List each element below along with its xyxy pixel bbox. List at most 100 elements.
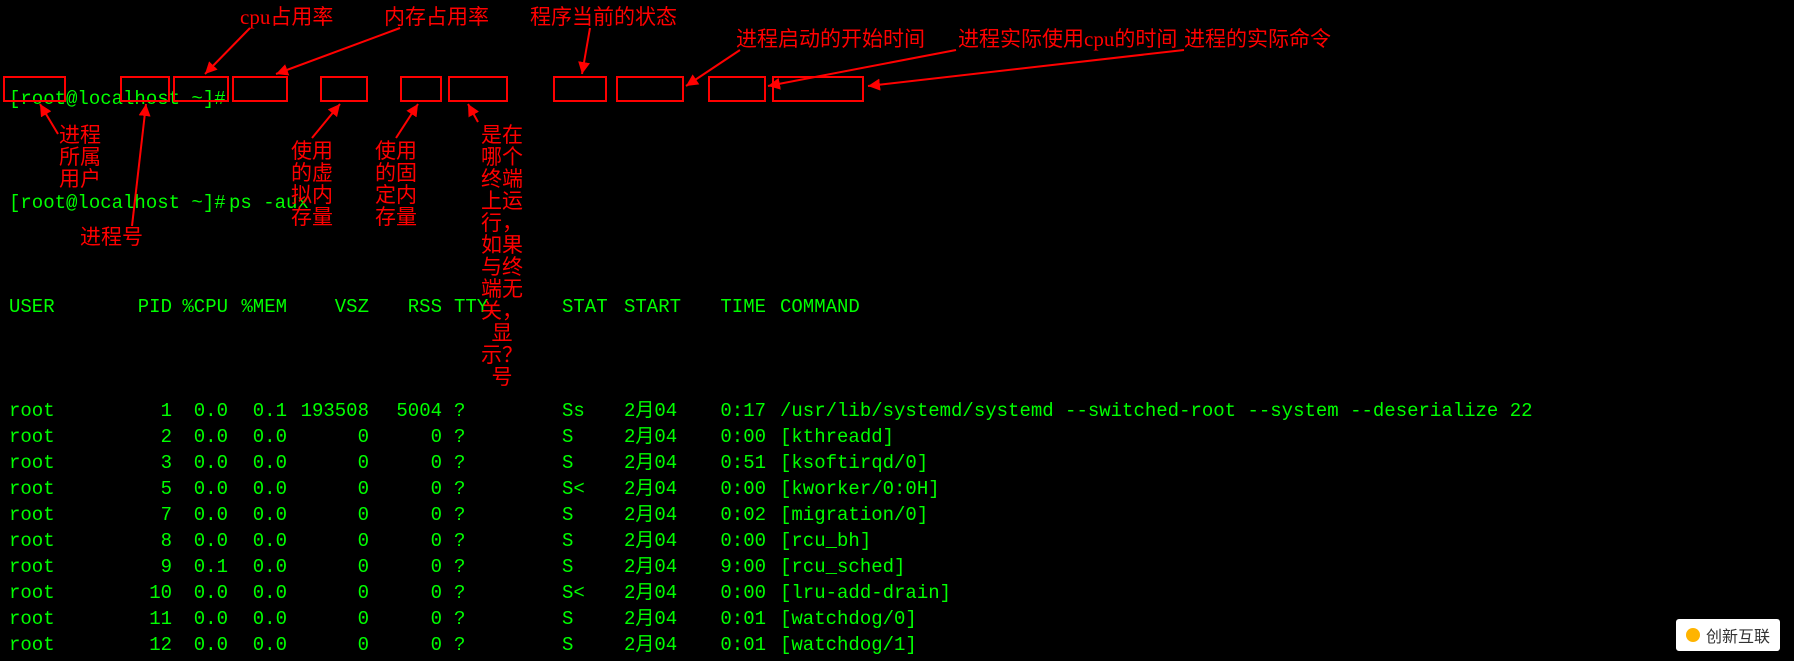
cell-start: 2月04 xyxy=(624,476,684,502)
cell-cpu: 0.0 xyxy=(182,476,228,502)
cell-vsz: 0 xyxy=(299,554,369,580)
col-command: COMMAND xyxy=(780,294,1780,320)
process-row: root100.00.000?S<2月040:00[lru-add-drain] xyxy=(4,580,1790,606)
process-row: root110.00.000?S2月040:01[watchdog/0] xyxy=(4,606,1790,632)
cell-cpu: 0.1 xyxy=(182,554,228,580)
cell-pid: 2 xyxy=(126,424,172,450)
cell-vsz: 0 xyxy=(299,632,369,658)
cell-user: root xyxy=(9,450,69,476)
cell-rss: 0 xyxy=(382,580,442,606)
process-row: root50.00.000?S<2月040:00[kworker/0:0H] xyxy=(4,476,1790,502)
cell-tty: ? xyxy=(454,476,514,502)
cell-rss: 0 xyxy=(382,450,442,476)
cell-mem: 0.0 xyxy=(241,450,287,476)
cell-tty: ? xyxy=(454,424,514,450)
cell-tty: ? xyxy=(454,398,514,424)
cell-stat: S xyxy=(562,502,608,528)
cell-pid: 5 xyxy=(126,476,172,502)
cell-pid: 1 xyxy=(126,398,172,424)
cell-mem: 0.1 xyxy=(241,398,287,424)
cell-pid: 11 xyxy=(126,606,172,632)
cell-time: 0:01 xyxy=(714,632,766,658)
cell-user: root xyxy=(9,606,69,632)
cell-cpu: 0.0 xyxy=(182,632,228,658)
cell-time: 0:00 xyxy=(714,424,766,450)
cell-time: 0:00 xyxy=(714,580,766,606)
cell-tty: ? xyxy=(454,450,514,476)
cell-pid: 8 xyxy=(126,528,172,554)
cell-start: 2月04 xyxy=(624,606,684,632)
col-tty: TTY xyxy=(454,294,514,320)
cell-rss: 0 xyxy=(382,476,442,502)
cell-start: 2月04 xyxy=(624,502,684,528)
cell-stat: Ss xyxy=(562,398,608,424)
cell-command: [rcu_bh] xyxy=(780,528,1780,554)
cell-start: 2月04 xyxy=(624,554,684,580)
cell-rss: 0 xyxy=(382,632,442,658)
cell-start: 2月04 xyxy=(624,632,684,658)
cell-stat: S< xyxy=(562,580,608,606)
cell-cpu: 0.0 xyxy=(182,424,228,450)
cell-cpu: 0.0 xyxy=(182,606,228,632)
cell-start: 2月04 xyxy=(624,580,684,606)
cell-start: 2月04 xyxy=(624,398,684,424)
cell-time: 0:02 xyxy=(714,502,766,528)
cell-command: [ksoftirqd/0] xyxy=(780,450,1780,476)
cell-stat: S xyxy=(562,528,608,554)
watermark-badge: 创新互联 xyxy=(1676,619,1780,651)
cell-pid: 10 xyxy=(126,580,172,606)
cell-time: 0:51 xyxy=(714,450,766,476)
cell-vsz: 0 xyxy=(299,528,369,554)
cell-mem: 0.0 xyxy=(241,554,287,580)
terminal-output[interactable]: [root@localhost ~]# [root@localhost ~]# … xyxy=(0,0,1794,661)
cell-user: root xyxy=(9,554,69,580)
cell-user: root xyxy=(9,528,69,554)
cell-mem: 0.0 xyxy=(241,502,287,528)
cell-time: 0:17 xyxy=(714,398,766,424)
process-row: root120.00.000?S2月040:01[watchdog/1] xyxy=(4,632,1790,658)
cell-stat: S xyxy=(562,450,608,476)
cell-stat: S xyxy=(562,606,608,632)
cell-rss: 0 xyxy=(382,528,442,554)
cell-stat: S xyxy=(562,632,608,658)
cell-pid: 12 xyxy=(126,632,172,658)
cell-tty: ? xyxy=(454,606,514,632)
col-stat: STAT xyxy=(562,294,608,320)
cell-rss: 0 xyxy=(382,424,442,450)
col-pid: PID xyxy=(126,294,172,320)
process-row: root30.00.000?S2月040:51[ksoftirqd/0] xyxy=(4,450,1790,476)
cell-time: 0:00 xyxy=(714,528,766,554)
cell-mem: 0.0 xyxy=(241,528,287,554)
cell-rss: 0 xyxy=(382,554,442,580)
cell-pid: 9 xyxy=(126,554,172,580)
cell-cpu: 0.0 xyxy=(182,502,228,528)
cell-tty: ? xyxy=(454,554,514,580)
cell-vsz: 0 xyxy=(299,502,369,528)
cell-time: 0:00 xyxy=(714,476,766,502)
cell-command: [rcu_sched] xyxy=(780,554,1780,580)
cell-tty: ? xyxy=(454,502,514,528)
process-row: root70.00.000?S2月040:02[migration/0] xyxy=(4,502,1790,528)
cell-vsz: 0 xyxy=(299,476,369,502)
cell-command: [lru-add-drain] xyxy=(780,580,1780,606)
col-rss: RSS xyxy=(382,294,442,320)
cell-vsz: 0 xyxy=(299,606,369,632)
cell-pid: 7 xyxy=(126,502,172,528)
cell-command: [watchdog/1] xyxy=(780,632,1780,658)
cell-pid: 3 xyxy=(126,450,172,476)
cell-vsz: 193508 xyxy=(299,398,369,424)
cell-mem: 0.0 xyxy=(241,424,287,450)
ps-header-row: USER PID %CPU %MEM VSZ RSS TTY STAT STAR… xyxy=(4,294,1790,320)
col-user: USER xyxy=(9,294,69,320)
cell-tty: ? xyxy=(454,528,514,554)
cell-rss: 5004 xyxy=(382,398,442,424)
process-row: root10.00.11935085004?Ss2月040:17/usr/lib… xyxy=(4,398,1790,424)
cell-cpu: 0.0 xyxy=(182,450,228,476)
col-time: TIME xyxy=(714,294,766,320)
cell-vsz: 0 xyxy=(299,450,369,476)
cell-mem: 0.0 xyxy=(241,580,287,606)
cell-time: 9:00 xyxy=(714,554,766,580)
prompt-line-1: [root@localhost ~]# xyxy=(4,86,1790,112)
prompt-line-2: [root@localhost ~]# ps -aux xyxy=(4,190,1790,216)
entered-command: ps -aux xyxy=(229,190,309,216)
